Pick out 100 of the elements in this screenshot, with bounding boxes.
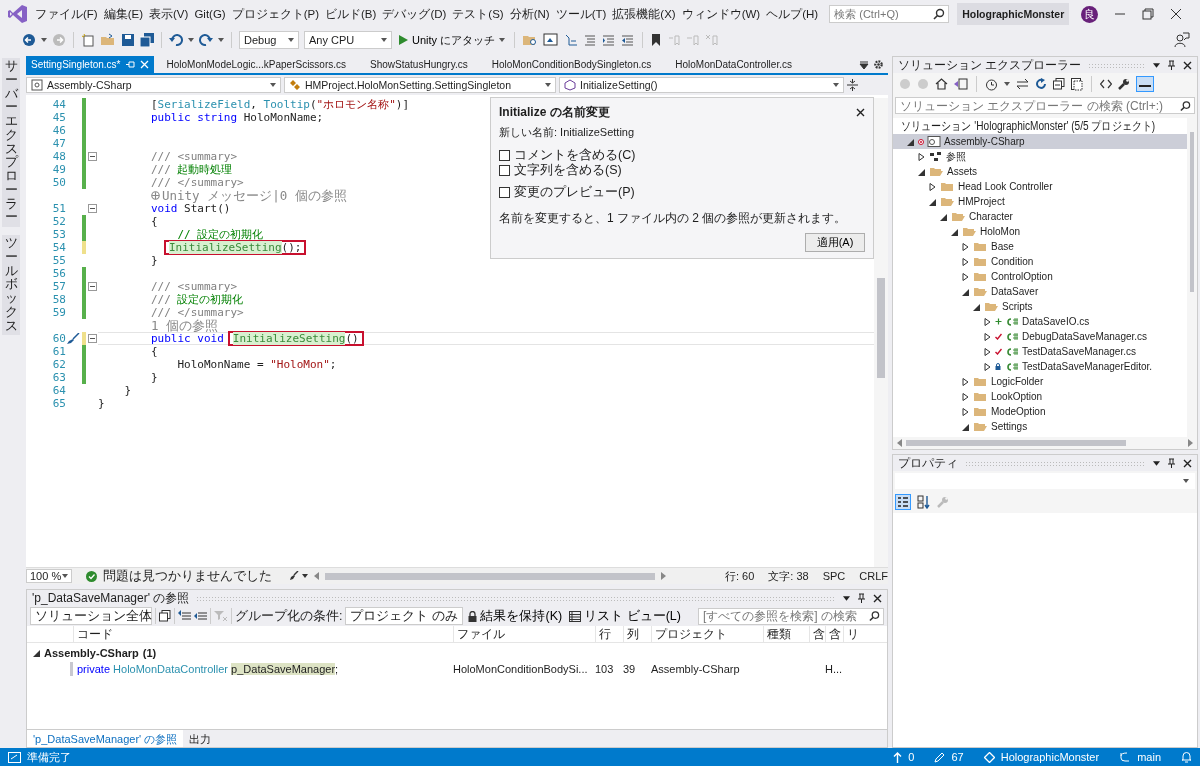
menu-item[interactable]: ツール(T) — [552, 6, 610, 22]
member-dropdown[interactable]: InitializeSetting() — [559, 77, 844, 93]
document-tab[interactable]: HoloMonDataController.cs — [670, 56, 797, 73]
pin-icon[interactable] — [1167, 458, 1176, 468]
list-view-button[interactable]: リスト ビュー(L) — [567, 607, 683, 625]
class-dropdown[interactable]: HMProject.HoloMonSetting.SettingSingleton — [284, 77, 556, 93]
diamond-icon[interactable] — [983, 751, 995, 763]
branch-name[interactable]: main — [1137, 751, 1161, 763]
tab-list-icon[interactable] — [859, 59, 869, 70]
browser-icon[interactable] — [543, 33, 560, 47]
rename-highlight[interactable]: InitializeSetting(); — [164, 240, 307, 255]
back-icon[interactable] — [22, 33, 36, 47]
expand-arrow-icon[interactable] — [962, 287, 969, 296]
expand-arrow-icon[interactable] — [929, 182, 936, 191]
menu-item[interactable]: ウィンドウ(W) — [678, 6, 764, 22]
checkbox-label[interactable]: 文字列を含める(S) — [514, 162, 622, 179]
brush-icon[interactable] — [66, 333, 80, 344]
tree-item[interactable]: ModeOption — [991, 406, 1046, 417]
expand-arrow-icon[interactable] — [951, 227, 958, 236]
menu-item[interactable]: ファイル(F) — [32, 6, 101, 22]
code-cell[interactable]: private HoloMonDataController p_DataSaveManager; — [73, 663, 453, 675]
save-icon[interactable] — [121, 33, 135, 47]
menu-item[interactable]: プロジェクト(P) — [228, 6, 323, 22]
caret-icon[interactable] — [1153, 62, 1160, 68]
tree-item[interactable]: Settings — [991, 421, 1028, 432]
expand-arrow-icon[interactable] — [962, 272, 969, 281]
code-lens[interactable]: Unity メッセージ|0 個の参照 — [162, 189, 347, 202]
pin-icon[interactable] — [1167, 60, 1176, 70]
collapse-icon[interactable] — [87, 152, 97, 161]
expand-arrow-icon[interactable] — [918, 167, 925, 176]
scrollbar-thumb[interactable] — [906, 440, 1126, 446]
changes-count[interactable]: 67 — [951, 751, 964, 763]
zoom-dropdown[interactable]: 100 % — [26, 569, 72, 583]
document-tab[interactable]: ShowStatusHungry.cs — [365, 56, 473, 73]
expand-arrow-icon[interactable] — [984, 317, 991, 326]
tree-item[interactable]: Condition — [991, 256, 1034, 267]
settings-icon[interactable] — [873, 59, 884, 70]
wrench-icon[interactable] — [1118, 78, 1130, 90]
expand-arrow-icon[interactable] — [962, 377, 969, 386]
caret-icon[interactable] — [188, 38, 194, 42]
menu-item[interactable]: 表示(V) — [146, 6, 192, 22]
caret-icon[interactable] — [218, 38, 224, 42]
repository-name[interactable]: HolographicMonster — [1000, 751, 1100, 763]
scrollbar-thumb[interactable] — [325, 572, 655, 580]
expand-arrow-icon[interactable] — [962, 257, 969, 266]
whitespace-indicator[interactable]: SPC — [822, 570, 846, 582]
panel-tab[interactable]: 'p_DataSaveManager' の参照 — [27, 730, 184, 747]
pin-icon[interactable] — [857, 593, 866, 603]
tree-item[interactable]: LogicFolder — [991, 376, 1044, 387]
save-all-icon[interactable] — [140, 33, 154, 47]
checkbox-label[interactable]: コメントを含める(C) — [514, 147, 636, 164]
code-lens[interactable]: 1 個の参照 — [151, 319, 219, 332]
tree-item[interactable]: DataSaveIO.cs — [1022, 316, 1090, 327]
folder-search-icon[interactable] — [522, 33, 539, 47]
switch-views-icon[interactable] — [954, 78, 968, 90]
side-tab[interactable]: ツールボックス — [1, 235, 21, 336]
platform-dropdown[interactable]: Any CPU — [304, 31, 392, 49]
checkbox[interactable] — [499, 165, 510, 176]
tree-item[interactable]: TestDataSaveManager.cs — [1022, 346, 1136, 357]
solution-search-field[interactable]: ソリューション エクスプローラー の検索 (Ctrl+:) — [895, 97, 1195, 114]
tree-item[interactable]: HMProject — [958, 196, 1005, 207]
issues-status[interactable]: 問題は見つかりませんでした — [103, 567, 272, 585]
configuration-dropdown[interactable]: Debug — [239, 31, 299, 49]
scroll-left-icon[interactable] — [897, 439, 902, 447]
project-dropdown[interactable]: Assembly-CSharp — [26, 77, 281, 93]
column-header[interactable]: 列 — [623, 626, 651, 642]
collapse-icon[interactable] — [87, 282, 97, 291]
menu-item[interactable]: ヘルプ(H) — [763, 6, 822, 22]
scroll-right-icon[interactable] — [661, 572, 666, 580]
bell-icon[interactable] — [1181, 751, 1192, 763]
expand-arrow-icon[interactable] — [962, 422, 969, 431]
caret-icon[interactable] — [41, 38, 47, 42]
checkbox-label[interactable]: 変更のプレビュー(P) — [514, 184, 635, 201]
document-tab[interactable]: HoloMonModeLogic...kPaperScissors.cs — [161, 56, 352, 73]
keep-results-button[interactable]: 結果を保持(K) — [466, 607, 565, 625]
menu-item[interactable]: 拡張機能(X) — [609, 6, 679, 22]
expand-arrow-icon[interactable] — [984, 347, 991, 356]
tree-item[interactable]: TestDataSaveManagerEditor. — [1022, 361, 1153, 372]
collapse-icon[interactable] — [87, 204, 97, 213]
tree-item[interactable]: HoloMon — [980, 226, 1021, 237]
search-field[interactable]: 検索 (Ctrl+Q) — [829, 5, 950, 23]
expand-arrow-icon[interactable] — [929, 197, 936, 206]
rename-highlight[interactable]: InitializeSetting() — [227, 331, 364, 346]
undo-icon[interactable] — [169, 33, 183, 47]
column-header[interactable]: 含 — [825, 626, 843, 642]
expand-arrow-icon[interactable] — [918, 152, 925, 161]
tree-item[interactable]: DebugDataSaveManager.cs — [1022, 331, 1148, 342]
scroll-right-icon[interactable] — [1188, 439, 1193, 447]
document-tab[interactable]: HoloMonConditionBodySingleton.cs — [486, 56, 657, 73]
caret-icon[interactable] — [1153, 460, 1160, 466]
next-location-icon[interactable] — [194, 610, 207, 622]
group-name[interactable]: Assembly-CSharp — [44, 647, 139, 659]
column-header[interactable]: 行 — [595, 626, 623, 642]
sync-icon[interactable] — [1016, 78, 1029, 90]
close-icon[interactable] — [1183, 458, 1192, 468]
checkbox[interactable] — [499, 187, 510, 198]
new-item-icon[interactable] — [81, 33, 95, 47]
references-search-field[interactable]: [すべての参照を検索] の検索 — [698, 607, 884, 625]
checkbox[interactable] — [499, 150, 510, 161]
expand-arrow-icon[interactable] — [984, 362, 991, 371]
